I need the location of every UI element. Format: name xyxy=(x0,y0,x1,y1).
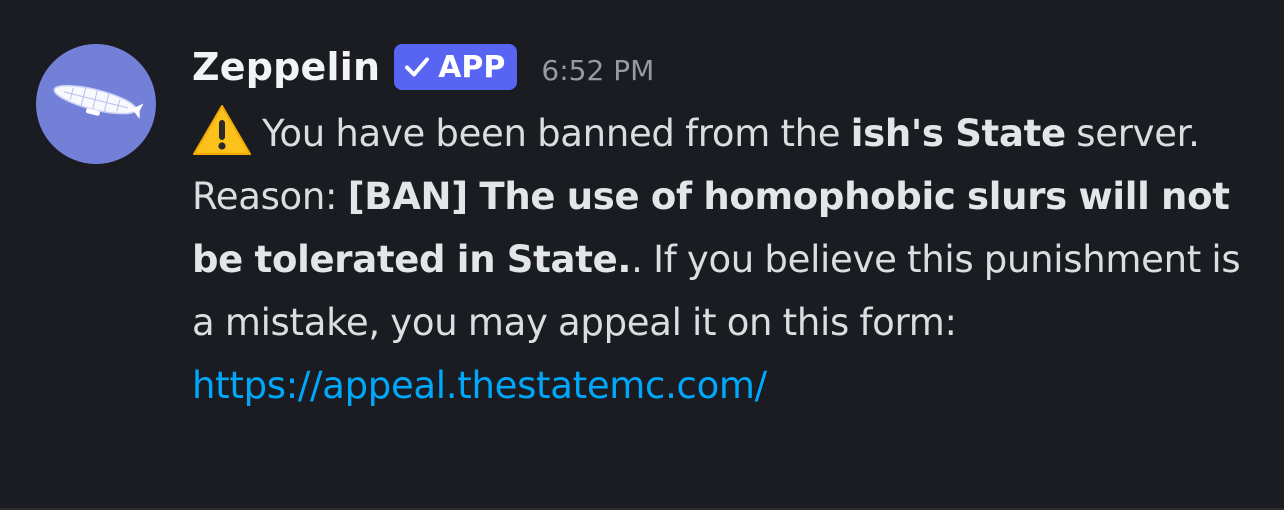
message-header: Zeppelin APP 6:52 PM xyxy=(192,38,1252,96)
message-body: You have been banned from the ish's Stat… xyxy=(192,102,1252,417)
message-content: Zeppelin APP 6:52 PM You have been banne… xyxy=(192,38,1252,417)
chat-message: Zeppelin APP 6:52 PM You have been banne… xyxy=(0,0,1284,508)
author-name[interactable]: Zeppelin xyxy=(192,45,380,89)
message-timestamp[interactable]: 6:52 PM xyxy=(541,54,654,87)
server-name: ish's State xyxy=(850,112,1066,155)
zeppelin-airship-icon xyxy=(53,84,144,120)
appeal-link[interactable]: https://appeal.thestatemc.com/ xyxy=(192,364,767,407)
app-badge-label: APP xyxy=(438,49,506,85)
message-text-part1: You have been banned from the xyxy=(262,112,851,155)
avatar[interactable] xyxy=(36,44,156,164)
app-badge: APP xyxy=(394,44,518,90)
check-icon xyxy=(405,57,430,77)
warning-icon xyxy=(193,105,251,155)
